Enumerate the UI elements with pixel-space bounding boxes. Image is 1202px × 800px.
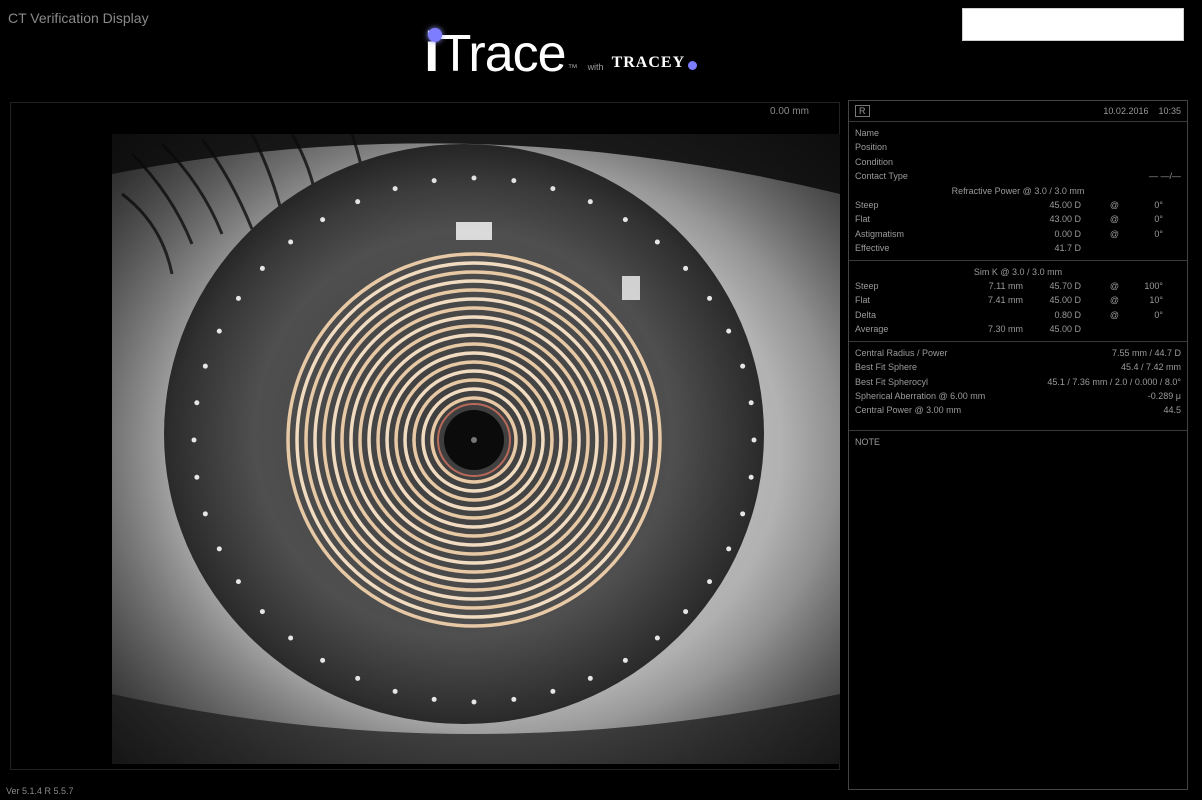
panel-row: Central Power @ 3.00 mm 44.5 [855, 403, 1181, 417]
logo-dot-icon [428, 28, 442, 42]
notes-title: NOTE [849, 429, 1187, 453]
panel-cell-k: Steep [855, 281, 879, 292]
window-title: CT Verification Display [8, 10, 149, 26]
panel-cell-k: Average [855, 324, 889, 335]
zoom-readout: 0.00 mm [770, 106, 809, 117]
panel-row: Average 7.30 mm 45.00 D [855, 322, 1181, 336]
panel-cell-c2: 7.41 mm [987, 295, 1023, 306]
panel-cell-c4 [1081, 241, 1119, 255]
exam-date: 10.02.2016 [1103, 106, 1149, 116]
panel-cell-c2 [965, 198, 1023, 212]
panel-cell-c3: 45.70 D [1049, 281, 1081, 292]
panel-cell-k: Best Fit Spherocyl [855, 376, 929, 387]
eye-indicator: R [855, 105, 870, 117]
panel-cell-c2 [965, 227, 1023, 241]
panel-cell-c3: 45.00 D [1049, 295, 1081, 306]
panel-cell-c5: 10° [1149, 295, 1163, 306]
logo-tm: ™ [567, 63, 578, 74]
panel-cell-k: Steep [855, 200, 879, 211]
panel-row: Central Radius / Power 7.55 mm / 44.7 D [855, 346, 1181, 360]
panel-row: Contact Type — —/— [855, 169, 1181, 183]
panel-cell-c5 [1119, 241, 1163, 255]
panel-cell-c4: @ [1109, 281, 1119, 292]
panel-cell-c2 [965, 212, 1023, 226]
version-label: Ver 5.1.4 R 5.5.7 [6, 786, 74, 796]
panel-row: Delta 0.80 D @0° [855, 308, 1181, 322]
eye-image [112, 134, 840, 764]
section-title-refractive: Refractive Power @ 3.0 / 3.0 mm [951, 185, 1085, 196]
panel-header: R 10.02.2016 10:35 [849, 101, 1187, 122]
panel-cell-c5: 0° [1154, 309, 1163, 320]
panel-row: Spherical Aberration @ 6.00 mm -0.289 μ [855, 389, 1181, 403]
panel-cell-v: 7.55 mm / 44.7 D [1111, 347, 1181, 358]
panel-cell-k: Effective [855, 243, 890, 254]
panel-cell-v: -0.289 μ [1147, 390, 1181, 401]
panel-cell-c4: @ [1109, 295, 1119, 306]
panel-cell-c4 [1081, 322, 1119, 336]
panel-cell-k: Position [855, 142, 888, 153]
panel-cell-c5: 100° [1144, 281, 1163, 292]
panel-row: Position [855, 140, 1181, 154]
panel-cell-v: 45.4 / 7.42 mm [1120, 362, 1181, 373]
panel-cell-c3: 45.00 D [1049, 324, 1081, 335]
panel-cell-c5: 0° [1154, 214, 1163, 225]
logo-brand: Trace [439, 25, 567, 83]
panel-cell-k: Contact Type [855, 171, 908, 182]
panel-cell-c4: @ [1109, 228, 1119, 239]
measurement-panel: R 10.02.2016 10:35 Name Position Condition… [848, 100, 1188, 790]
panel-cell-c2: 7.11 mm [988, 281, 1023, 292]
panel-row: Steep 45.00 D @0° [855, 198, 1181, 212]
panel-row: Condition [855, 155, 1181, 169]
panel-cell-c4: @ [1109, 214, 1119, 225]
search-input[interactable] [962, 8, 1184, 41]
panel-cell-c2: 7.30 mm [987, 324, 1023, 335]
panel-cell-k: Central Radius / Power [855, 347, 948, 358]
panel-cell-k: Delta [855, 309, 877, 320]
panel-row: Flat 43.00 D @0° [855, 212, 1181, 226]
panel-cell-k: Name [855, 128, 880, 138]
panel-cell-k: Spherical Aberration @ 6.00 mm [855, 390, 986, 401]
panel-row: Flat 7.41 mm 45.00 D @10° [855, 293, 1181, 307]
panel-cell-c3: 41.7 D [1054, 243, 1081, 254]
panel-cell-c2 [965, 241, 1023, 255]
panel-cell-c3: 0.00 D [1054, 228, 1081, 239]
panel-cell-k: Flat [855, 214, 871, 225]
panel-cell-c5 [1119, 322, 1163, 336]
panel-cell-k: Central Power @ 3.00 mm [855, 405, 962, 416]
logo-partner: TRACEY [611, 54, 686, 71]
panel-row: Best Fit Sphere 45.4 / 7.42 mm [855, 360, 1181, 374]
section-title-simk: Sim K @ 3.0 / 3.0 mm [973, 266, 1063, 277]
panel-row: Steep 7.11 mm 45.70 D @100° [855, 279, 1181, 293]
panel-row: Astigmatism 0.00 D @0° [855, 227, 1181, 241]
panel-body: Name Position Condition Contact Type — —/— R… [849, 122, 1187, 418]
panel-cell-c5: 0° [1154, 228, 1163, 239]
itrace-logo: i Trace ™ with TRACEY [424, 20, 698, 83]
panel-cell-c4: @ [1109, 309, 1119, 320]
panel-cell-c3: 45.00 D [1049, 200, 1081, 211]
panel-row: Name [855, 126, 1181, 140]
panel-cell-c3: 0.80 D [1054, 309, 1081, 320]
panel-cell-c5: 0° [1154, 200, 1163, 211]
panel-row: Best Fit Spherocyl 45.1 / 7.36 mm / 2.0 /… [855, 375, 1181, 389]
panel-cell-c3: 43.00 D [1049, 214, 1081, 225]
panel-cell-v: 45.1 / 7.36 mm / 2.0 / 0.000 / 8.0° [1047, 376, 1181, 387]
panel-cell-k: Flat [855, 295, 871, 306]
panel-cell-v: 44.5 [1163, 405, 1181, 416]
panel-cell-v: — —/— [1148, 171, 1181, 182]
panel-cell-c2 [965, 308, 1023, 322]
panel-cell-k: Condition [855, 156, 894, 167]
panel-cell-k: Best Fit Sphere [855, 362, 918, 373]
panel-cell-k: Astigmatism [855, 228, 905, 239]
exam-time: 10:35 [1158, 106, 1181, 116]
tracey-dot-icon [688, 61, 698, 70]
vignette [112, 134, 840, 764]
logo-sub: with [587, 62, 604, 72]
panel-row: Effective 41.7 D [855, 241, 1181, 255]
panel-cell-c4: @ [1109, 200, 1119, 211]
